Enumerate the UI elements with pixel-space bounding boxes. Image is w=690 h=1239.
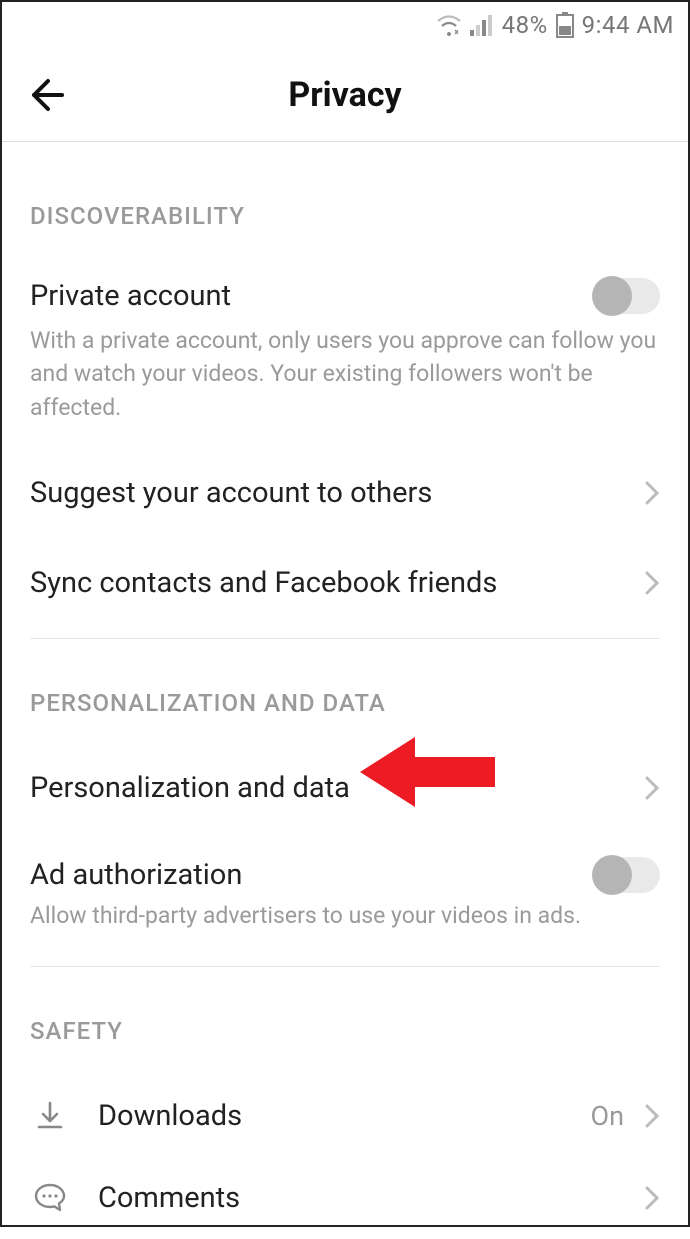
ad-authorization-label: Ad authorization	[30, 858, 242, 892]
content: DISCOVERABILITY Private account With a p…	[2, 142, 688, 1239]
status-time: 9:44 AM	[582, 11, 674, 39]
downloads-label: Downloads	[98, 1099, 242, 1133]
ad-authorization-row[interactable]: Ad authorization	[30, 829, 660, 899]
wifi-icon	[436, 14, 462, 36]
downloads-value: On	[591, 1100, 625, 1132]
sync-contacts-label: Sync contacts and Facebook friends	[30, 566, 497, 600]
download-icon	[30, 1099, 70, 1133]
chevron-right-icon	[644, 1103, 660, 1129]
chevron-right-icon	[644, 480, 660, 506]
toggle-knob	[592, 855, 632, 895]
private-account-description: With a private account, only users you a…	[30, 324, 660, 448]
downloads-row[interactable]: Downloads On	[30, 1075, 660, 1157]
personalization-row[interactable]: Personalization and data	[30, 747, 660, 829]
private-account-toggle[interactable]	[594, 278, 660, 314]
page-title: Privacy	[2, 75, 688, 115]
section-heading-personalization: PERSONALIZATION AND DATA	[30, 649, 660, 747]
divider	[30, 966, 660, 967]
private-account-row[interactable]: Private account	[30, 260, 660, 324]
sync-contacts-row[interactable]: Sync contacts and Facebook friends	[30, 538, 660, 628]
battery-percentage: 48%	[502, 11, 548, 39]
section-heading-safety: SAFETY	[30, 977, 660, 1075]
signal-icon	[470, 14, 494, 36]
divider	[30, 638, 660, 639]
header: Privacy	[2, 48, 688, 142]
ad-authorization-toggle[interactable]	[594, 857, 660, 893]
chevron-right-icon	[644, 1185, 660, 1211]
personalization-label: Personalization and data	[30, 771, 350, 805]
status-bar: 48% 9:44 AM	[2, 2, 688, 48]
toggle-knob	[592, 276, 632, 316]
chevron-right-icon	[644, 570, 660, 596]
back-arrow-icon	[26, 75, 66, 115]
private-account-label: Private account	[30, 279, 231, 313]
battery-icon	[556, 12, 574, 38]
comment-icon	[30, 1181, 70, 1215]
ad-authorization-description: Allow third-party advertisers to use you…	[30, 899, 660, 956]
comments-label: Comments	[98, 1181, 240, 1215]
section-heading-discoverability: DISCOVERABILITY	[30, 142, 660, 260]
chevron-right-icon	[644, 775, 660, 801]
suggest-account-row[interactable]: Suggest your account to others	[30, 448, 660, 538]
suggest-account-label: Suggest your account to others	[30, 476, 432, 510]
back-button[interactable]	[22, 71, 70, 119]
